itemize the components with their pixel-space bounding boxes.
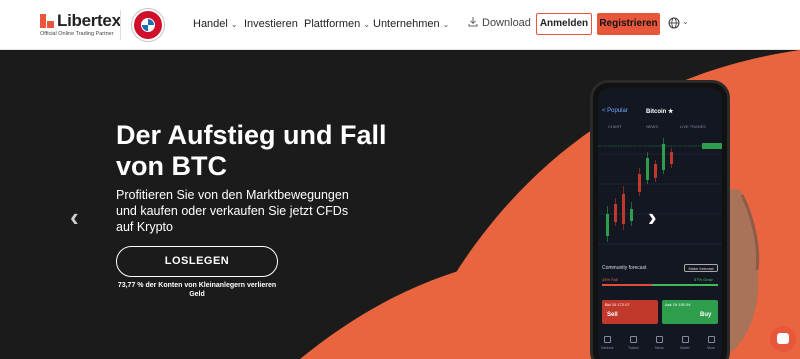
nav-wallet[interactable]: Wallet <box>680 346 690 350</box>
download-label: Download <box>482 17 531 29</box>
nav-more[interactable]: More <box>707 346 715 350</box>
tab-live-trades[interactable]: LIVE TRADES <box>680 124 706 129</box>
make-forecast-button[interactable]: Make forecast <box>684 264 718 272</box>
fc-bayern-crest-icon[interactable] <box>132 9 164 41</box>
hero-title: Der Aufstieg und Fall von BTC <box>116 120 387 181</box>
sell-label: Sell <box>607 312 618 318</box>
site-header: Libertex Official Online Trading Partner… <box>0 0 800 50</box>
buy-button[interactable]: Ask 19 192.94 Buy <box>662 300 718 324</box>
sell-price: Bid 19 172.07 <box>605 302 630 307</box>
nav-markets[interactable]: Markets <box>601 346 613 350</box>
phone-mockup: < Popular Bitcoin ★ CHART NEWS LIVE TRAD… <box>590 80 730 359</box>
back-link[interactable]: < Popular <box>602 108 628 114</box>
nav-trades[interactable]: Trades <box>628 346 639 350</box>
forecast-bar-fall <box>602 284 652 286</box>
nav-item-investieren[interactable]: Investieren <box>244 18 298 30</box>
news-icon[interactable] <box>656 336 663 343</box>
login-button[interactable]: Anmelden <box>536 13 592 35</box>
nav-item-plattformen[interactable]: Plattformen ⌄ <box>304 18 370 30</box>
globe-icon[interactable] <box>668 17 680 29</box>
app-header: < Popular Bitcoin ★ <box>598 102 722 122</box>
get-started-button[interactable]: LOSLEGEN <box>116 246 278 277</box>
trades-icon[interactable] <box>630 336 637 343</box>
forecast-title: Community forecast <box>602 265 647 271</box>
app-tabs: CHART NEWS LIVE TRADES <box>598 122 722 132</box>
download-link[interactable]: Download <box>468 17 531 29</box>
grow-percentage: 57% Grow <box>694 277 713 282</box>
hero-banner: ‹ Der Aufstieg und Fall von BTC Profitie… <box>0 50 800 359</box>
app-bottom-nav: Markets Trades News Wallet More <box>598 334 722 354</box>
fall-percentage: 43% Fall <box>602 277 618 282</box>
libertex-logo[interactable]: Libertex Official Online Trading Partner <box>40 11 130 38</box>
risk-warning: 73,77 % der Konten von Kleinanlegern ver… <box>117 282 277 298</box>
nav-item-unternehmen[interactable]: Unternehmen ⌄ <box>373 18 449 30</box>
wallet-icon[interactable] <box>682 336 689 343</box>
chat-icon <box>777 333 789 344</box>
hero-subtitle: Profitieren Sie von den Marktbewegungen … <box>116 188 349 234</box>
chevron-down-icon: ⌄ <box>363 20 370 29</box>
buy-label: Buy <box>700 312 712 318</box>
chevron-down-icon[interactable]: ⌄ <box>682 17 689 26</box>
community-forecast: Community forecast Make forecast 43% Fal… <box>598 263 722 295</box>
nav-news[interactable]: News <box>655 346 664 350</box>
forecast-bar <box>602 284 718 286</box>
logo-text: Libertex <box>57 11 121 30</box>
chat-button[interactable] <box>770 326 796 352</box>
carousel-prev-arrow[interactable]: ‹ <box>70 202 79 233</box>
buy-price: Ask 19 192.94 <box>665 302 691 307</box>
carousel-next-arrow[interactable]: › <box>648 202 657 233</box>
chevron-down-icon: ⌄ <box>442 20 450 29</box>
chevron-down-icon: ⌄ <box>230 20 238 29</box>
libertex-logo-icon <box>40 14 54 28</box>
nav-item-handel[interactable]: Handel ⌄ <box>193 18 238 30</box>
tab-news[interactable]: NEWS <box>646 124 658 129</box>
more-icon[interactable] <box>708 336 715 343</box>
asset-title: Bitcoin ★ <box>646 109 674 115</box>
phone-screen: < Popular Bitcoin ★ CHART NEWS LIVE TRAD… <box>598 88 722 359</box>
nav-label: Investieren <box>244 18 298 30</box>
header-divider <box>120 10 121 40</box>
trade-buttons: Bid 19 172.07 Sell Ask 19 192.94 Buy <box>602 300 718 324</box>
candles <box>606 138 673 242</box>
register-button[interactable]: Registrieren <box>597 13 660 35</box>
markets-icon[interactable] <box>604 336 611 343</box>
candlestick-chart <box>598 138 722 245</box>
sell-button[interactable]: Bid 19 172.07 Sell <box>602 300 658 324</box>
nav-label: Unternehmen <box>373 18 440 30</box>
nav-label: Plattformen <box>304 18 361 30</box>
tab-chart[interactable]: CHART <box>608 124 622 129</box>
download-icon <box>468 17 478 27</box>
nav-label: Handel <box>193 18 228 30</box>
logo-subtitle: Official Online Trading Partner <box>40 31 114 37</box>
